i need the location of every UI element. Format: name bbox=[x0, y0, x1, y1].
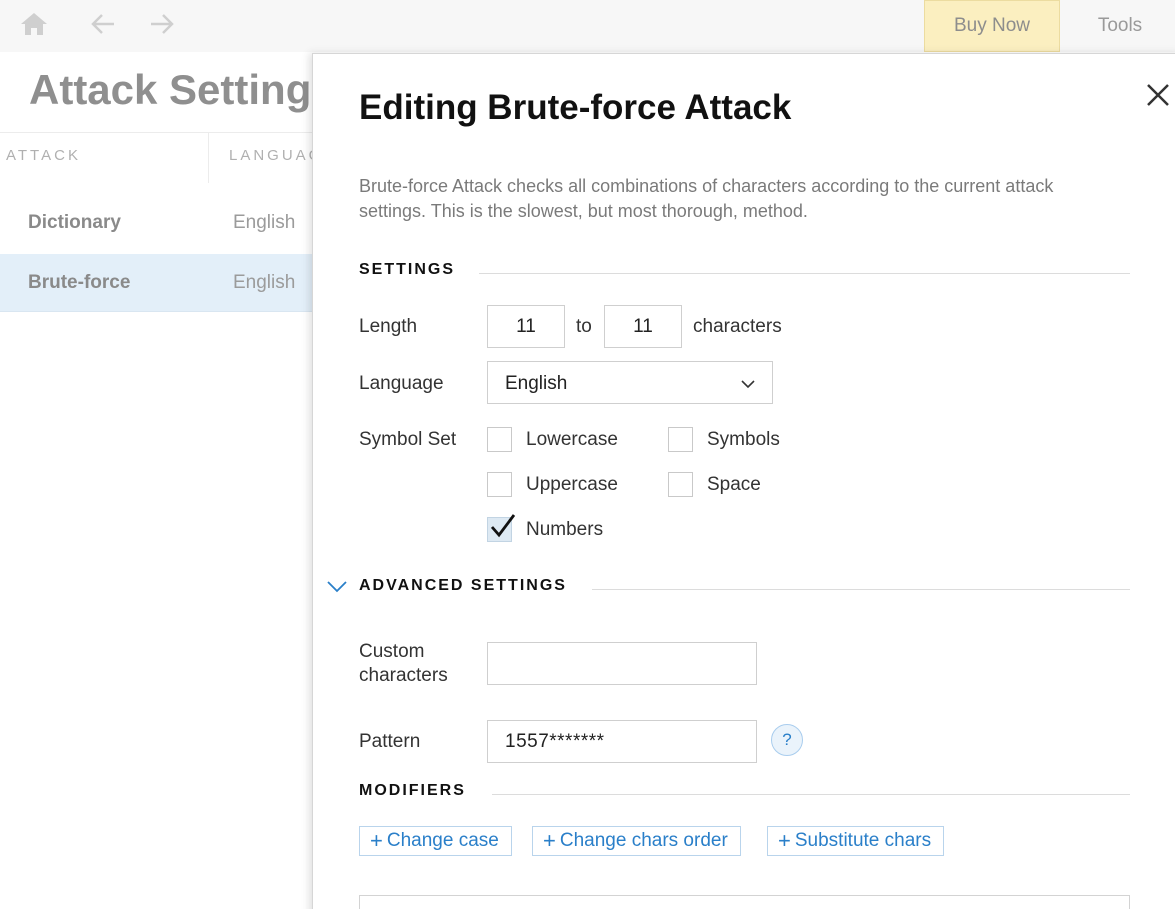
section-divider bbox=[492, 794, 1130, 795]
to-label: to bbox=[576, 316, 592, 337]
table-header: ATTACK LANGUAG bbox=[0, 132, 323, 183]
uppercase-label[interactable]: Uppercase bbox=[526, 474, 618, 496]
language-label: Language bbox=[359, 373, 444, 394]
symbols-label[interactable]: Symbols bbox=[707, 429, 780, 451]
pattern-input[interactable]: 1557******* bbox=[487, 720, 757, 763]
change-case-button[interactable]: + Change case bbox=[359, 826, 512, 856]
space-checkbox[interactable] bbox=[668, 472, 693, 497]
chevron-down-icon[interactable] bbox=[326, 580, 348, 594]
plus-icon: + bbox=[370, 828, 383, 853]
column-header-attack[interactable]: ATTACK bbox=[6, 147, 81, 164]
length-label: Length bbox=[359, 316, 418, 337]
symbols-checkbox[interactable] bbox=[668, 427, 693, 452]
change-chars-order-label: Change chars order bbox=[559, 830, 728, 851]
uppercase-checkbox[interactable] bbox=[487, 472, 512, 497]
top-bar: Buy Now Tools bbox=[0, 0, 1175, 52]
plus-icon: + bbox=[543, 828, 556, 853]
section-divider bbox=[479, 273, 1130, 274]
language-select[interactable]: English bbox=[487, 361, 773, 404]
language-select-value: English bbox=[505, 373, 568, 394]
panel-title: Editing Brute-force Attack bbox=[359, 88, 792, 127]
chevron-down-icon bbox=[740, 376, 756, 392]
panel-description: Brute-force Attack checks all combinatio… bbox=[359, 176, 1054, 221]
length-from-input[interactable]: 11 bbox=[487, 305, 565, 348]
symbol-set-label: Symbol Set bbox=[359, 429, 457, 450]
edit-attack-panel: Editing Brute-force Attack Brute-force A… bbox=[312, 53, 1175, 909]
modifiers-section-title: MODIFIERS bbox=[359, 782, 466, 799]
help-button[interactable]: ? bbox=[771, 724, 803, 756]
length-to-input[interactable]: 11 bbox=[604, 305, 682, 348]
home-icon[interactable] bbox=[19, 10, 49, 38]
column-header-language[interactable]: LANGUAG bbox=[229, 147, 323, 164]
attack-language: English bbox=[233, 212, 296, 233]
custom-characters-input[interactable] bbox=[487, 642, 757, 685]
advanced-settings-section-title[interactable]: ADVANCED SETTINGS bbox=[359, 577, 567, 595]
attack-name: Dictionary bbox=[28, 212, 121, 233]
attack-name: Brute-force bbox=[28, 272, 131, 293]
change-chars-order-button[interactable]: + Change chars order bbox=[532, 826, 741, 856]
space-label[interactable]: Space bbox=[707, 474, 761, 496]
lowercase-label[interactable]: Lowercase bbox=[526, 429, 618, 451]
attack-language: English bbox=[233, 272, 296, 293]
plus-icon: + bbox=[778, 828, 791, 853]
checkmark-icon bbox=[490, 514, 516, 538]
back-arrow-icon[interactable] bbox=[88, 10, 118, 38]
substitute-chars-button[interactable]: + Substitute chars bbox=[767, 826, 945, 856]
section-divider bbox=[592, 589, 1130, 590]
column-divider bbox=[208, 133, 209, 183]
forward-arrow-icon[interactable] bbox=[147, 10, 177, 38]
characters-label: characters bbox=[693, 316, 782, 337]
substitute-chars-label: Substitute chars bbox=[794, 830, 932, 851]
custom-characters-label: Custom characters bbox=[359, 641, 448, 686]
numbers-checkbox[interactable] bbox=[487, 514, 516, 542]
change-case-label: Change case bbox=[386, 830, 499, 851]
table-row-selected[interactable]: Brute-force English bbox=[0, 254, 320, 312]
buy-now-button[interactable]: Buy Now bbox=[924, 0, 1060, 52]
pattern-label: Pattern bbox=[359, 731, 421, 752]
page-title: Attack Setting bbox=[29, 66, 312, 113]
settings-section-title: SETTINGS bbox=[359, 261, 456, 278]
numbers-label[interactable]: Numbers bbox=[526, 519, 603, 541]
tools-menu[interactable]: Tools bbox=[1060, 0, 1175, 52]
close-icon[interactable] bbox=[1145, 82, 1171, 108]
table-row[interactable]: Dictionary English bbox=[0, 194, 320, 252]
lowercase-checkbox[interactable] bbox=[487, 427, 512, 452]
modifiers-list-box bbox=[359, 895, 1130, 909]
